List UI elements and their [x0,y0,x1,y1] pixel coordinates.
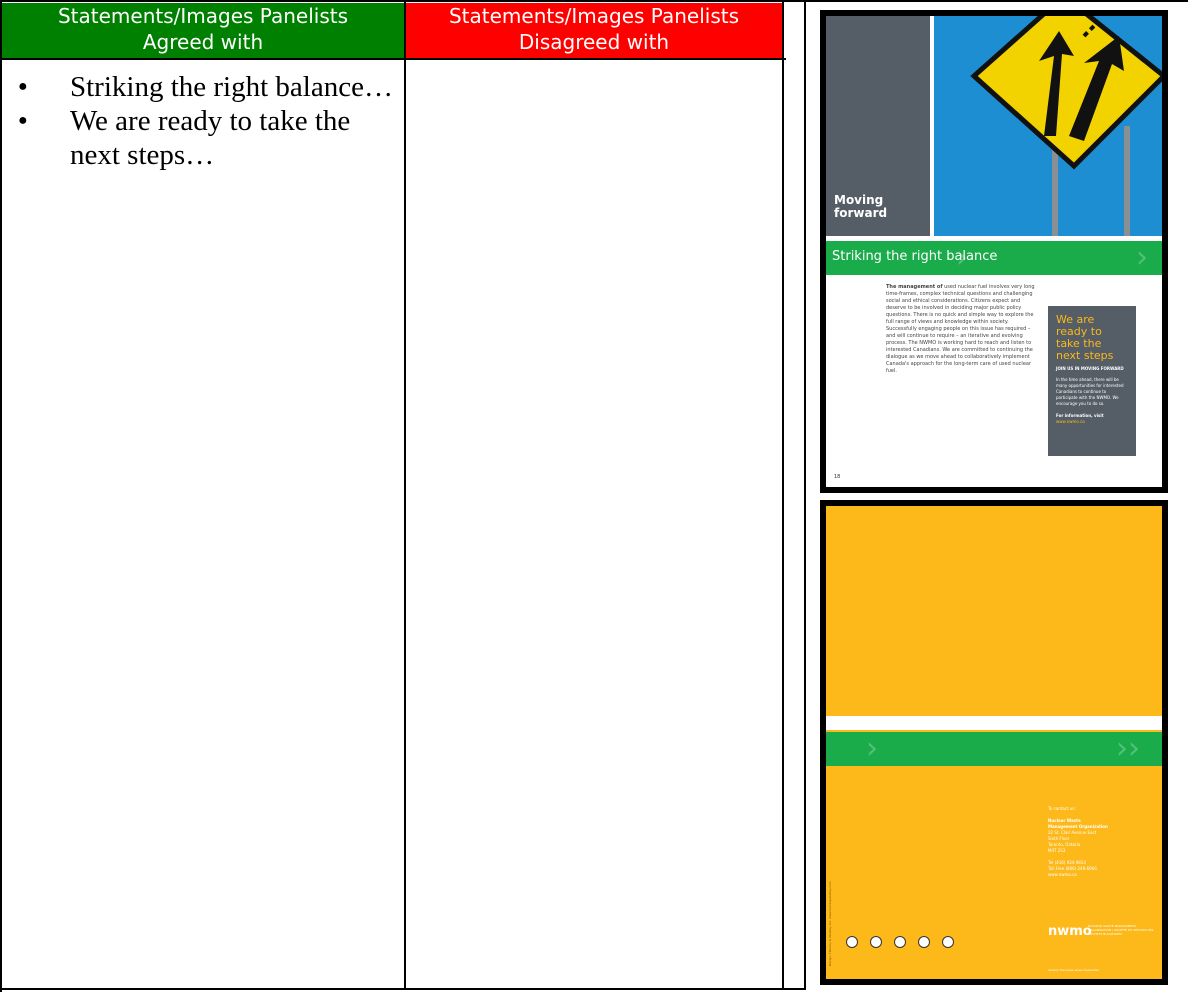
section-band: Striking the right balance › › [826,241,1162,275]
chevron-icon: › [1136,240,1148,275]
callout-text: In the time ahead, there will be many op… [1056,377,1124,406]
body-text: The management of used nuclear fuel invo… [886,284,1036,375]
chevron-icon: › [956,240,968,275]
body-paragraph: used nuclear fuel involves very long tim… [886,284,1035,374]
certification-icon [894,936,906,948]
design-credit: Design: Hambly & Woolley Inc. www.hambly… [828,881,832,966]
certification-icon [846,936,858,948]
merge-sign-icon [970,16,1162,236]
website-line: www.nwmo.ca [1048,872,1077,877]
contact-block: To contact us: Nuclear Waste Management … [1048,806,1158,878]
body-lead: The management of [886,284,943,290]
brochure-back-cover: › ›› To contact us: Nuclear Waste Manage… [820,500,1168,985]
table-col-divider-1 [404,0,406,990]
certification-icons [846,936,954,948]
white-strip [826,716,1162,730]
hero-label-line-2: forward [834,206,888,220]
table-col-divider-2 [782,0,784,990]
chevron-icon: › [866,731,878,766]
hero-label: Moving forward [834,194,887,220]
section-title: Striking the right balance [832,249,998,264]
list-item: We are ready to take the next steps… [18,104,398,172]
disagreed-header-line-1: Statements/Images Panelists [448,4,739,28]
table-col-divider-3 [804,0,806,990]
table-top-border [0,0,1188,2]
agreed-header: Statements/Images Panelists Agreed with [2,3,404,58]
list-item: Striking the right balance… [18,70,398,104]
certification-icon [942,936,954,948]
nwmo-logo: nwmo [1048,924,1092,939]
green-band: › ›› [826,732,1162,766]
nwmo-logo-subtitle: NUCLEAR WASTE MANAGEMENT ORGANIZATION / … [1088,924,1154,936]
disagreed-header: Statements/Images Panelists Disagreed wi… [406,3,782,58]
callout-box: We are ready to take the next steps JOIN… [1048,306,1136,456]
agreed-list: Striking the right balance… We are ready… [18,70,398,172]
callout-url: www.nwmo.ca [1056,419,1085,424]
chevron-icon: ›› [1116,731,1140,766]
table-bottom-border [0,988,806,990]
disagreed-header-line-2: Disagreed with [518,30,670,54]
table-left-border [0,0,2,992]
agreed-header-line-2: Agreed with [142,30,264,54]
french-version-note: Version française aussi disponible [1048,968,1099,972]
callout-subtitle: JOIN US IN MOVING FORWARD [1056,366,1124,371]
hero-gray-panel: Moving forward [826,16,930,236]
certification-icon [918,936,930,948]
comparison-table: Statements/Images Panelists Agreed with … [0,0,1188,992]
merge-sign-image [934,16,1162,236]
callout-title: We are ready to take the next steps [1056,313,1114,362]
certification-icon [870,936,882,948]
agreed-header-line-1: Statements/Images Panelists [57,4,348,28]
page-number: 18 [834,474,841,480]
table-header-divider [0,58,786,60]
brochure-page-moving-forward: Moving forward Striking the right balanc… [820,10,1168,493]
